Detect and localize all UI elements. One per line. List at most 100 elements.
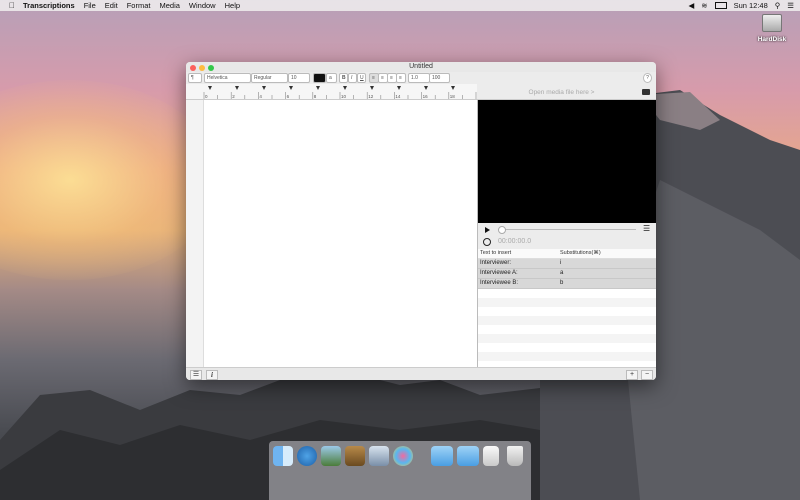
menu-format[interactable]: Format: [127, 1, 151, 10]
downloads-file-icon[interactable]: [483, 446, 499, 466]
ruler-label: 10: [341, 94, 347, 99]
photo-app-icon[interactable]: [321, 446, 341, 466]
menu-media[interactable]: Media: [159, 1, 179, 10]
tab-stop-marker[interactable]: [370, 86, 374, 90]
tab-stop-marker[interactable]: [262, 86, 266, 90]
italic-button[interactable]: I: [348, 73, 357, 83]
sidebar-toggle-icon[interactable]: ☰: [190, 370, 202, 380]
transcript-editor[interactable]: [204, 100, 478, 367]
ruler-label: 8: [314, 94, 317, 99]
itunes-icon[interactable]: [393, 446, 413, 466]
notification-center-icon[interactable]: ☰: [787, 1, 794, 10]
empty-row: [478, 334, 656, 343]
bold-button[interactable]: B: [339, 73, 348, 83]
app-menu[interactable]: Transcriptions: [23, 1, 75, 10]
harddisk-icon: [762, 14, 782, 32]
empty-row: [478, 307, 656, 316]
tab-stop-marker[interactable]: [424, 86, 428, 90]
clock[interactable]: Sun 12:48: [734, 1, 768, 10]
row-key[interactable]: b: [560, 279, 656, 288]
harddisk-label: HardDisk: [757, 36, 787, 43]
ruler-label: 18: [450, 94, 456, 99]
ruler-label: 6: [287, 94, 290, 99]
scrubber-knob[interactable]: [498, 226, 506, 234]
tab-stop-marker[interactable]: [451, 86, 455, 90]
text-ruler[interactable]: 0 2 4 6 8 10 12 14 16 18: [186, 84, 482, 100]
tab-stop-marker[interactable]: [235, 86, 239, 90]
finder-icon[interactable]: [273, 446, 293, 466]
ruler-ticks: 0 2 4 6 8 10 12 14 16 18: [203, 86, 482, 99]
empty-row: [478, 289, 656, 298]
add-substitution-button[interactable]: +: [626, 370, 638, 380]
table-row[interactable]: Interviewer: i: [478, 259, 656, 269]
documents-folder-icon[interactable]: [457, 446, 479, 466]
substitutions-table: Text to insert Substitutions(⌘) Intervie…: [478, 249, 656, 367]
harddisk-desktop-item[interactable]: HardDisk: [756, 14, 788, 43]
tab-stop-marker[interactable]: [397, 86, 401, 90]
zoom-popup[interactable]: 100: [429, 73, 450, 83]
menu-window[interactable]: Window: [189, 1, 216, 10]
font-family-popup[interactable]: Helvetica: [204, 73, 251, 83]
playback-settings-icon[interactable]: ☰: [643, 225, 651, 233]
left-gutter: [186, 100, 204, 367]
preview-icon[interactable]: [369, 446, 389, 466]
menu-bar:  Transcriptions File Edit Format Media …: [0, 0, 800, 11]
volume-icon[interactable]: ◀: [688, 1, 694, 10]
transcriptions-window: Untitled ¶ Helvetica Regular 10 a B I U …: [186, 62, 656, 380]
format-toolbar: ¶ Helvetica Regular 10 a B I U ≡ ≡ ≡ ≡ 1…: [186, 72, 656, 84]
open-media-link[interactable]: Open media file here >: [485, 89, 638, 96]
dock: [269, 441, 531, 500]
menu-file[interactable]: File: [84, 1, 96, 10]
spotlight-icon[interactable]: ⚲: [775, 1, 781, 10]
ruler-label: 4: [259, 94, 262, 99]
window-title: Untitled: [409, 63, 433, 70]
trash-icon[interactable]: [507, 446, 523, 466]
table-row[interactable]: Interviewee A: a: [478, 269, 656, 279]
font-style-popup[interactable]: Regular: [251, 73, 288, 83]
safari-icon[interactable]: [297, 446, 317, 466]
table-row[interactable]: Interviewee B: b: [478, 279, 656, 289]
row-text[interactable]: Interviewee B:: [478, 279, 560, 288]
ruler-label: 14: [395, 94, 401, 99]
highlight-color-icon[interactable]: a: [326, 73, 337, 83]
ruler-label: 12: [368, 94, 374, 99]
font-size-popup[interactable]: 10: [288, 73, 310, 83]
empty-row: [478, 343, 656, 352]
header-substitutions[interactable]: Substitutions(⌘): [560, 249, 656, 258]
tab-stop-marker[interactable]: [316, 86, 320, 90]
remove-substitution-button[interactable]: −: [641, 370, 653, 380]
tab-stop-marker[interactable]: [289, 86, 293, 90]
garageband-icon[interactable]: [345, 446, 365, 466]
info-button[interactable]: i: [206, 370, 218, 380]
play-icon[interactable]: [485, 227, 490, 233]
paragraph-style-popup[interactable]: ¶: [188, 73, 202, 83]
row-key[interactable]: i: [560, 259, 656, 268]
line-spacing-popup[interactable]: 1.0: [408, 73, 430, 83]
align-justify-icon[interactable]: ≡: [396, 73, 406, 83]
video-view[interactable]: [478, 100, 656, 223]
tab-stop-marker[interactable]: [208, 86, 212, 90]
tab-stop-marker[interactable]: [343, 86, 347, 90]
bottom-bar: ☰ i + −: [186, 367, 656, 380]
title-bar[interactable]: Untitled: [186, 62, 656, 72]
help-button[interactable]: ?: [643, 73, 652, 83]
empty-row: [478, 352, 656, 361]
row-text[interactable]: Interviewer:: [478, 259, 560, 268]
battery-icon[interactable]: [714, 2, 727, 9]
wifi-icon[interactable]: ≋: [701, 1, 707, 10]
stopwatch-icon[interactable]: [483, 238, 491, 246]
media-controls: ☰ 00:00:00.0: [478, 223, 656, 249]
timecode: 00:00:00.0: [498, 238, 532, 245]
applications-folder-icon[interactable]: [431, 446, 453, 466]
row-key[interactable]: a: [560, 269, 656, 278]
header-text-to-insert[interactable]: Text to insert: [478, 249, 560, 258]
underline-button[interactable]: U: [357, 73, 366, 83]
menu-help[interactable]: Help: [225, 1, 240, 10]
ruler-label: 16: [423, 94, 429, 99]
scrubber-track[interactable]: [498, 229, 636, 230]
folder-icon[interactable]: [642, 89, 650, 95]
menu-edit[interactable]: Edit: [105, 1, 118, 10]
row-text[interactable]: Interviewee A:: [478, 269, 560, 278]
text-color-well[interactable]: [313, 73, 326, 83]
apple-menu-icon[interactable]: : [9, 1, 15, 10]
